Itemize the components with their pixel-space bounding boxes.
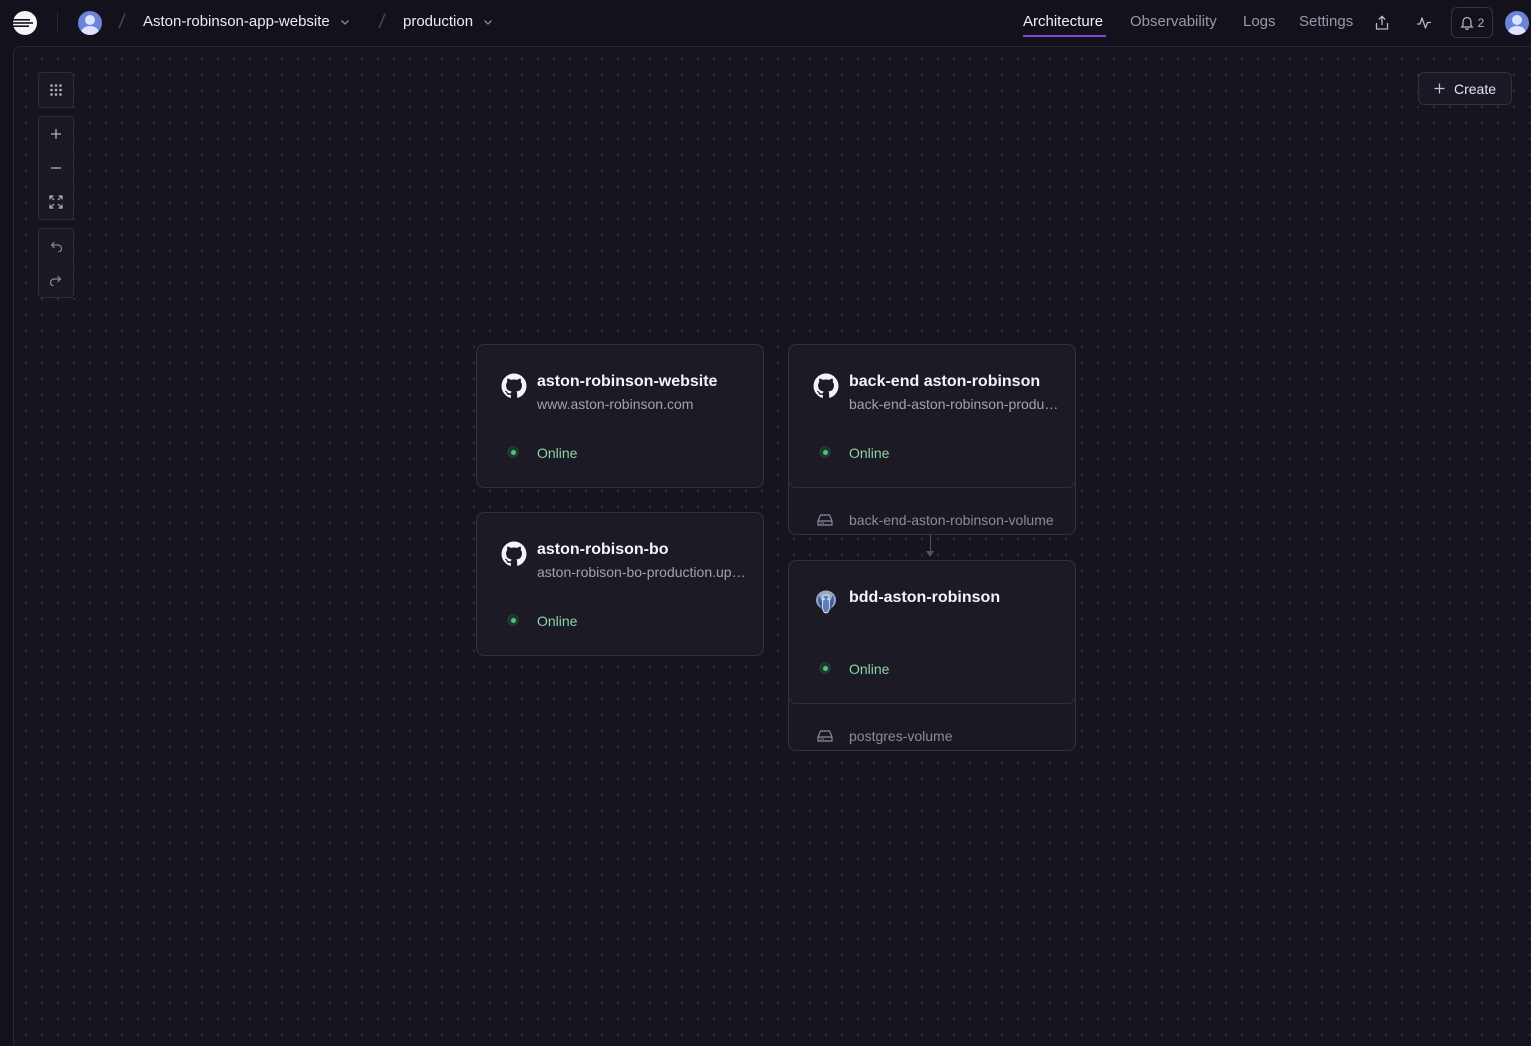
service-status: Online (849, 445, 890, 461)
environment-name: production (403, 13, 474, 30)
zoom-out-button[interactable] (39, 151, 73, 185)
avatar[interactable] (78, 11, 102, 35)
hard-drive-icon (817, 730, 833, 742)
grid-icon (50, 84, 62, 96)
service-name: aston-robison-bo (537, 541, 669, 558)
tab-observability[interactable]: Observability (1130, 13, 1217, 30)
service-name: back-end aston-robinson (849, 373, 1041, 390)
service-name: aston-robinson-website (537, 373, 718, 390)
chevron-down-icon (484, 19, 493, 25)
fit-view-icon (49, 195, 63, 209)
volume-name: back-end-aston-robinson-volume (849, 512, 1054, 528)
activity-icon (1417, 17, 1431, 29)
service-name: bdd-aston-robinson (849, 589, 1001, 606)
service-domain: back-end-aston-robinson-production.up.ra… (849, 396, 1059, 412)
hard-drive-icon (817, 514, 833, 526)
canvas-toolbar-history (38, 228, 74, 298)
canvas-toolbar-zoom (38, 116, 74, 220)
tab-settings[interactable]: Settings (1299, 13, 1353, 30)
project-name: Aston-robinson-app-website (143, 13, 330, 30)
architecture-canvas[interactable] (13, 46, 1531, 1046)
status-indicator (507, 446, 519, 458)
share-icon (1375, 15, 1389, 30)
railway-logo-icon[interactable] (12, 10, 38, 36)
undo-button[interactable] (39, 229, 73, 263)
zoom-out-icon (51, 167, 61, 169)
undo-icon (50, 241, 63, 252)
breadcrumb-separator: / (117, 11, 127, 33)
service-card-back-end[interactable]: back-end aston-robinson back-end-aston-r… (788, 344, 1076, 488)
service-card-database[interactable]: bdd-aston-robinson Online (788, 560, 1076, 704)
tab-architecture[interactable]: Architecture (1023, 13, 1103, 30)
zoom-in-icon (51, 129, 61, 139)
active-tab-indicator (1023, 35, 1106, 37)
tab-logs[interactable]: Logs (1243, 13, 1276, 30)
top-bar: / Aston-robinson-app-website / productio… (0, 0, 1531, 46)
breadcrumb-environment[interactable]: production (403, 13, 493, 30)
github-icon (813, 373, 839, 398)
github-icon (501, 373, 527, 398)
canvas-toolbar-layout (38, 72, 74, 108)
service-status: Online (849, 661, 890, 677)
bell-icon (1460, 16, 1474, 30)
service-card-aston-robison-bo[interactable]: aston-robison-bo aston-robison-bo-produc… (476, 512, 764, 656)
breadcrumb-separator: / (377, 11, 387, 33)
service-card-aston-robinson-website[interactable]: aston-robinson-website www.aston-robinso… (476, 344, 764, 488)
status-indicator (819, 662, 831, 674)
service-status: Online (537, 445, 578, 461)
redo-icon (49, 275, 62, 286)
service-domain: www.aston-robinson.com (537, 396, 694, 412)
connection-arrow (926, 551, 934, 557)
plus-icon (1434, 83, 1445, 94)
status-indicator (819, 446, 831, 458)
service-status: Online (537, 613, 578, 629)
notification-count: 2 (1477, 15, 1485, 30)
redo-button[interactable] (39, 263, 73, 297)
breadcrumb-project[interactable]: Aston-robinson-app-website (143, 13, 350, 30)
create-button[interactable]: Create (1418, 72, 1512, 105)
service-domain: aston-robison-bo-production.up.railway.a… (537, 564, 747, 580)
fit-view-button[interactable] (39, 185, 73, 219)
share-button[interactable] (1371, 12, 1393, 34)
chevron-down-icon (340, 19, 349, 25)
notifications-button[interactable]: 2 (1451, 7, 1493, 38)
volume-name: postgres-volume (849, 728, 953, 744)
create-label: Create (1453, 80, 1497, 97)
github-icon (501, 541, 527, 566)
postgres-icon (816, 590, 836, 614)
zoom-in-button[interactable] (39, 117, 73, 151)
layout-button[interactable] (39, 73, 73, 107)
divider (57, 12, 58, 33)
user-avatar[interactable] (1505, 11, 1529, 35)
activity-button[interactable] (1413, 12, 1435, 34)
status-indicator (507, 614, 519, 626)
